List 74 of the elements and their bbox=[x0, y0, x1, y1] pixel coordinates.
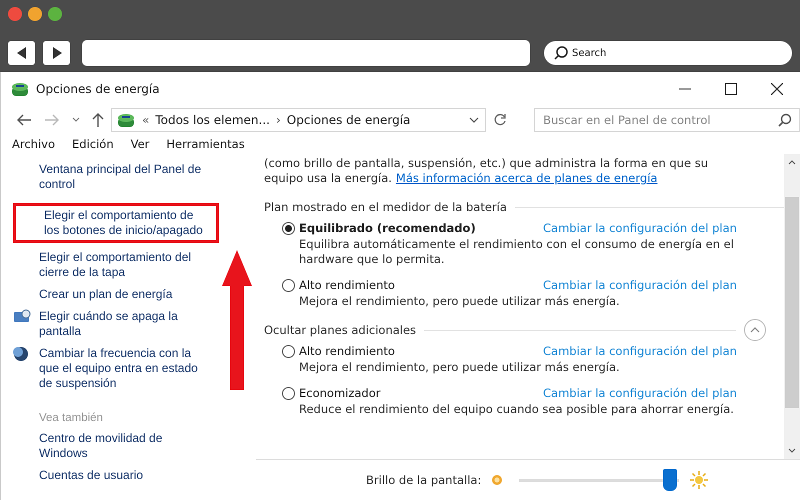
radio-button[interactable] bbox=[282, 278, 295, 292]
monitor-icon bbox=[13, 309, 31, 325]
window-control-icon bbox=[48, 7, 62, 21]
section-heading: Plan mostrado en el medidor de la batería bbox=[264, 200, 507, 214]
close-icon bbox=[771, 83, 783, 95]
moon-icon bbox=[13, 346, 31, 362]
chevron-up-icon bbox=[750, 327, 760, 333]
maximize-icon bbox=[725, 83, 737, 95]
section-heading: Ocultar planes adicionales bbox=[264, 323, 416, 337]
plan-name[interactable]: Alto rendimiento bbox=[299, 344, 539, 358]
plan-settings-link[interactable]: Cambiar la configuración del plan bbox=[543, 221, 737, 235]
triangle-left-icon bbox=[16, 47, 26, 59]
menu-item[interactable]: Archivo bbox=[12, 137, 55, 151]
radio-button[interactable] bbox=[282, 344, 295, 358]
sidebar-link[interactable]: Cuentas de usuario bbox=[39, 468, 144, 483]
power-options-icon bbox=[10, 81, 30, 97]
search-icon bbox=[778, 113, 792, 127]
description-text: (como brillo de pantalla, suspensión, etc.) que administra la forma en que su bbox=[264, 156, 709, 171]
sidebar-link[interactable]: Crear un plan de energía bbox=[39, 287, 172, 302]
breadcrumb[interactable]: Todos los elemen... bbox=[155, 113, 270, 127]
radio-button[interactable] bbox=[282, 222, 295, 234]
sidebar-link[interactable]: Elegir cuándo se apaga la pantalla bbox=[39, 309, 212, 339]
plan-settings-link[interactable]: Cambiar la configuración del plan bbox=[543, 278, 737, 292]
chevron-down-icon bbox=[72, 117, 80, 123]
scrollbar[interactable] bbox=[784, 154, 800, 459]
chevron-down-icon bbox=[469, 117, 480, 123]
power-options-icon bbox=[116, 112, 136, 128]
collapse-button[interactable] bbox=[744, 319, 766, 341]
slider-thumb[interactable] bbox=[663, 468, 678, 490]
menu-item[interactable]: Edición bbox=[72, 137, 114, 151]
sidebar-link[interactable]: Elegir el comportamiento del cierre de la tapa bbox=[39, 250, 212, 280]
arrow-left-icon bbox=[16, 114, 32, 126]
window-control-icon bbox=[8, 7, 22, 21]
bright-sun-icon bbox=[689, 470, 710, 490]
address-bar[interactable]: « Todos los elemen... › Opciones de energía bbox=[111, 108, 486, 132]
section-heading: Vea también bbox=[38, 412, 104, 424]
chevron-down-icon bbox=[788, 448, 796, 453]
plan-description: Mejora el rendimiento, pero puede utilizar más energía. bbox=[298, 360, 621, 375]
search-field[interactable]: Buscar en el Panel de control bbox=[534, 108, 800, 132]
dim-sun-icon bbox=[491, 474, 504, 486]
chevron-up-icon bbox=[788, 160, 796, 165]
info-link[interactable]: Más información acerca de planes de energía bbox=[396, 171, 658, 186]
search-icon bbox=[554, 46, 568, 60]
sidebar-link[interactable]: Cambiar la frecuencia con la que el equipo entra en estado de suspensión bbox=[39, 346, 212, 391]
plan-description: Reduce el rendimiento del equipo cuando sea posible para ahorrar energía. bbox=[298, 402, 735, 417]
breadcrumb[interactable]: Opciones de energía bbox=[286, 113, 410, 127]
triangle-right-icon bbox=[52, 47, 62, 59]
plan-name[interactable]: Equilibrado (recomendado) bbox=[299, 221, 539, 235]
scroll-thumb[interactable] bbox=[785, 197, 799, 408]
plan-name[interactable]: Alto rendimiento bbox=[299, 278, 539, 292]
plan-description: Equilibra automáticamente el rendimiento con el consumo de energía en el hardware que lo permita. bbox=[298, 237, 735, 267]
breadcrumb-separator[interactable]: › bbox=[276, 113, 281, 127]
description-text: equipo usa la energía. bbox=[264, 171, 392, 186]
plan-settings-link[interactable]: Cambiar la configuración del plan bbox=[543, 386, 737, 400]
menu-item[interactable]: Ver bbox=[130, 137, 150, 151]
arrow-right-icon bbox=[44, 114, 60, 126]
radio-button[interactable] bbox=[282, 386, 295, 400]
sidebar-link[interactable]: Elegir el comportamiento de los botones de inicio/apagado bbox=[44, 208, 212, 238]
refresh-icon bbox=[493, 113, 508, 127]
brightness-label: Brillo de la pantalla: bbox=[366, 473, 482, 487]
window-title: Opciones de energía bbox=[36, 82, 160, 96]
plan-name[interactable]: Economizador bbox=[299, 386, 539, 400]
back-button[interactable] bbox=[8, 41, 35, 65]
overflow-chevron[interactable]: « bbox=[142, 113, 150, 127]
sidebar-link[interactable]: Centro de movilidad de Windows bbox=[39, 431, 212, 461]
url-field[interactable] bbox=[82, 40, 530, 66]
window-control-icon bbox=[28, 7, 42, 21]
plan-description: Mejora el rendimiento, pero puede utilizar más energía. bbox=[298, 294, 621, 309]
plan-settings-link[interactable]: Cambiar la configuración del plan bbox=[543, 344, 737, 358]
sidebar-link[interactable]: Ventana principal del Panel de control bbox=[39, 162, 212, 192]
forward-button[interactable] bbox=[43, 41, 70, 65]
menu-item[interactable]: Herramientas bbox=[166, 137, 245, 151]
arrow-up-icon bbox=[92, 112, 104, 128]
search-field[interactable]: Search bbox=[544, 41, 792, 65]
